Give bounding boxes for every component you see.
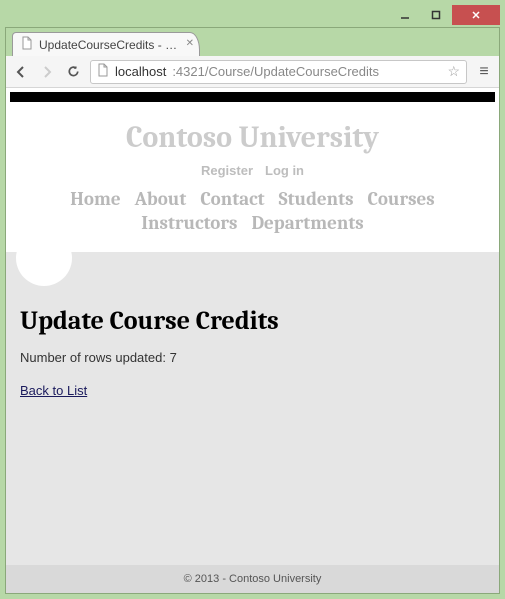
tab-strip: UpdateCourseCredits - Co ✕ xyxy=(6,28,499,56)
window-minimize-button[interactable] xyxy=(390,5,420,25)
bookmark-star-icon[interactable]: ☆ xyxy=(447,63,460,80)
header-curve-bump xyxy=(16,230,72,286)
url-path-label: :4321/Course/UpdateCourseCredits xyxy=(172,64,379,79)
site-header: Contoso University Register Log in Home … xyxy=(6,102,499,242)
url-host-label: localhost xyxy=(115,64,166,79)
forward-button[interactable] xyxy=(38,63,56,81)
result-prefix: Number of rows updated: xyxy=(20,350,170,365)
account-links: Register Log in xyxy=(14,163,491,178)
register-link[interactable]: Register xyxy=(201,163,253,178)
nav-about[interactable]: About xyxy=(135,188,187,210)
main-nav: Home About Contact Students Courses Inst… xyxy=(14,188,491,234)
address-bar[interactable]: localhost :4321/Course/UpdateCourseCredit… xyxy=(90,60,467,84)
login-link[interactable]: Log in xyxy=(265,163,304,178)
nav-home[interactable]: Home xyxy=(70,188,120,210)
site-title: Contoso University xyxy=(14,120,491,155)
page-icon xyxy=(21,36,33,53)
footer-text: © 2013 - Contoso University xyxy=(184,573,322,585)
window-title-bar xyxy=(5,5,500,27)
window-close-button[interactable] xyxy=(452,5,500,25)
nav-instructors[interactable]: Instructors xyxy=(141,212,237,234)
nav-students[interactable]: Students xyxy=(279,188,354,210)
tab-close-icon[interactable]: ✕ xyxy=(186,38,194,49)
page-icon xyxy=(97,63,109,80)
result-count: 7 xyxy=(170,350,177,365)
reload-button[interactable] xyxy=(64,63,82,81)
window-maximize-button[interactable] xyxy=(420,5,452,25)
content-area: Update Course Credits Number of rows upd… xyxy=(6,252,499,565)
back-to-list-link[interactable]: Back to List xyxy=(20,383,87,398)
nav-contact[interactable]: Contact xyxy=(200,188,264,210)
window-frame: UpdateCourseCredits - Co ✕ localhost :432… xyxy=(0,0,505,599)
tab-title-label: UpdateCourseCredits - Co xyxy=(39,38,179,52)
top-black-band xyxy=(10,92,495,102)
browser-menu-button[interactable]: ≡ xyxy=(475,63,493,81)
result-line: Number of rows updated: 7 xyxy=(20,350,485,365)
nav-courses[interactable]: Courses xyxy=(368,188,435,210)
nav-departments[interactable]: Departments xyxy=(251,212,363,234)
back-button[interactable] xyxy=(12,63,30,81)
browser-tab[interactable]: UpdateCourseCredits - Co ✕ xyxy=(12,32,200,56)
browser-toolbar: localhost :4321/Course/UpdateCourseCredit… xyxy=(6,56,499,88)
page-heading: Update Course Credits xyxy=(20,306,485,336)
page-viewport: Contoso University Register Log in Home … xyxy=(6,88,499,593)
browser-shell: UpdateCourseCredits - Co ✕ localhost :432… xyxy=(5,27,500,594)
page-footer: © 2013 - Contoso University xyxy=(6,565,499,593)
